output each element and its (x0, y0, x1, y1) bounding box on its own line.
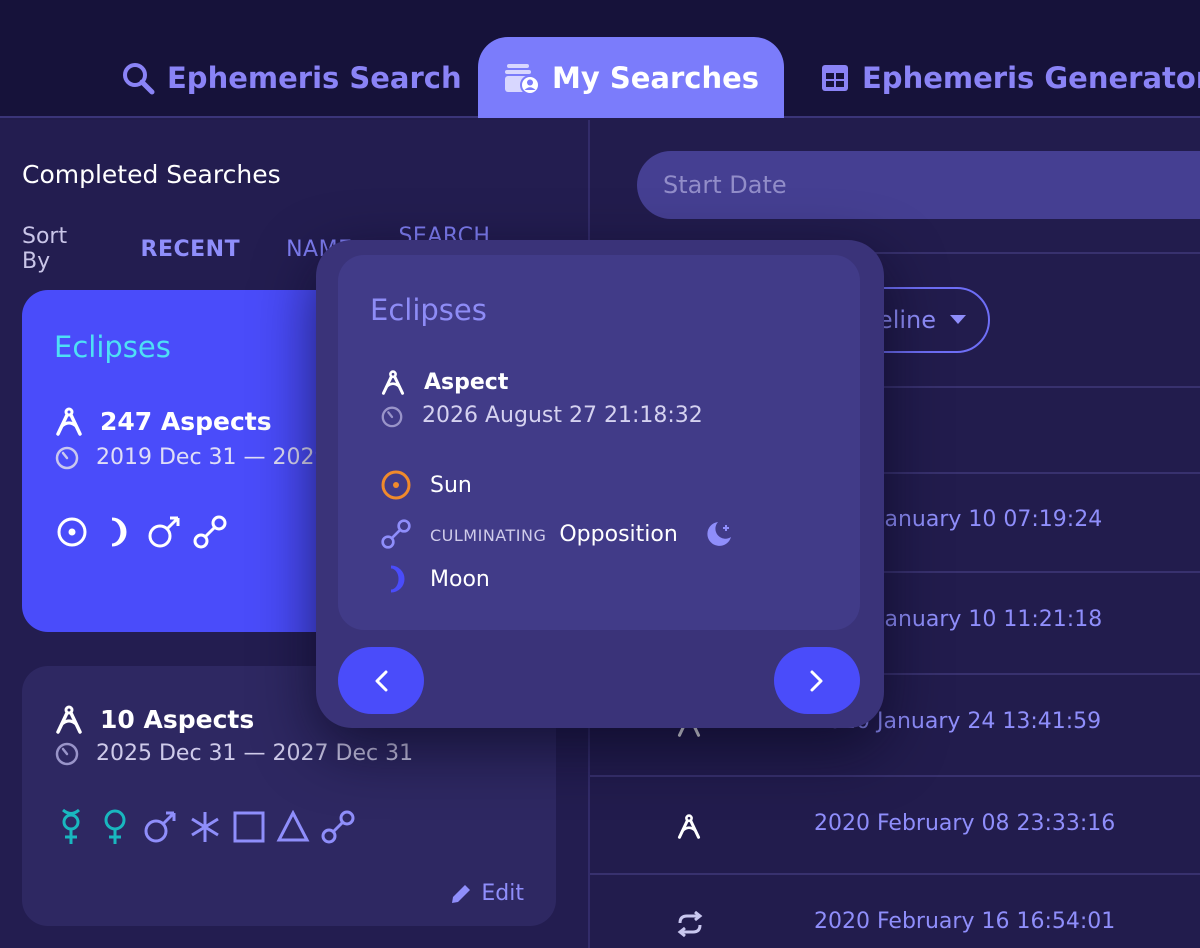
event-date-row: 2026 August 27 21:18:32 (380, 403, 703, 428)
panel-title: Completed Searches (22, 160, 281, 189)
body-name: Sun (430, 472, 472, 498)
opposition-glyph-icon (321, 810, 355, 844)
result-date: January 10 11:21:18 (878, 607, 1103, 632)
saved-searches-icon (505, 63, 540, 95)
result-row[interactable]: 2020 February 08 23:33:16 (590, 777, 1200, 875)
mars-glyph-icon (144, 811, 176, 843)
retrograde-icon (677, 911, 703, 937)
edit-label: Edit (481, 881, 524, 906)
sort-recent[interactable]: RECENT (141, 237, 241, 262)
aspect-type-row: CULMINATING Opposition (380, 518, 734, 550)
body-sun-row: Sun (380, 469, 472, 501)
result-date: January 10 07:19:24 (878, 507, 1103, 532)
caret-down-icon (950, 315, 966, 324)
date-range-row: 2025 Dec 31 — 2027 Dec 31 (54, 740, 413, 766)
start-date-input[interactable] (637, 151, 1200, 219)
aspect-label: Aspect (424, 369, 509, 395)
body-name: Moon (430, 566, 490, 592)
date-range: 2025 Dec 31 — 2027 Dec 31 (96, 740, 414, 766)
table-icon (822, 64, 848, 91)
compass-icon (56, 705, 82, 734)
card-title: Eclipses (54, 330, 171, 364)
pencil-icon (452, 884, 471, 903)
moon-glyph-icon (390, 565, 405, 593)
previous-button[interactable] (338, 647, 424, 714)
opposition-glyph-icon (381, 519, 411, 549)
date-range: 2019 Dec 31 — 2029 (96, 444, 329, 470)
aspect-icon (677, 814, 701, 839)
mercury-glyph-icon (62, 808, 80, 844)
tab-label: Ephemeris Search (167, 60, 462, 95)
popup-title: Eclipses (370, 293, 487, 327)
mars-glyph-icon (148, 516, 180, 548)
date-range-row: 2019 Dec 31 — 2029 (54, 444, 329, 470)
aspect-row: Aspect (380, 369, 508, 395)
tab-ephemeris-search[interactable]: Ephemeris Search (95, 37, 488, 118)
edit-button[interactable]: Edit (449, 881, 524, 906)
sextile-glyph-icon (191, 812, 219, 842)
moon-glyph-icon (111, 517, 127, 547)
bodies-row (54, 514, 228, 550)
result-date: 2020 February 08 23:33:16 (814, 811, 1116, 836)
event-date: 2026 August 27 21:18:32 (422, 403, 703, 428)
chevron-right-icon (810, 670, 823, 691)
dropdown-label: eline (877, 306, 936, 334)
opposition-glyph-icon (193, 515, 227, 549)
square-glyph-icon (233, 811, 265, 843)
venus-glyph-icon (104, 809, 126, 844)
timer-icon (381, 406, 403, 427)
next-button[interactable] (774, 647, 860, 714)
trine-glyph-icon (276, 810, 310, 842)
timer-icon (55, 742, 79, 766)
result-date: 2020 February 16 16:54:01 (814, 909, 1116, 934)
tab-my-searches[interactable]: My Searches (478, 37, 784, 118)
timer-icon (55, 446, 79, 470)
culminating-label: CULMINATING (430, 525, 547, 545)
sort-label: Sort By (22, 224, 68, 274)
tab-label: My Searches (552, 60, 760, 95)
aspect-count: 247 Aspects (100, 406, 272, 436)
aspect-count: 10 Aspects (100, 704, 255, 734)
aspect-name: Opposition (559, 521, 678, 547)
tab-ephemeris-generator[interactable]: Ephemeris Generator (794, 37, 1200, 118)
search-icon (123, 62, 155, 94)
bodies-row (54, 808, 356, 846)
chevron-left-icon (375, 670, 388, 691)
event-detail-popup: Eclipses Aspect 2026 August 27 21:18:32 … (316, 240, 884, 728)
sun-glyph-icon (57, 517, 87, 547)
compass-icon (381, 370, 405, 395)
body-moon-row: Moon (380, 563, 490, 595)
aspect-count-row: 247 Aspects (54, 406, 272, 436)
aspect-count-row: 10 Aspects (54, 704, 254, 734)
sun-glyph-icon (381, 470, 411, 500)
result-row[interactable]: 2020 February 16 16:54:01 (590, 875, 1200, 948)
moon-phase-icon (707, 522, 731, 546)
tab-bar: Ephemeris Search My Searches Ephemeris G… (0, 0, 1200, 118)
compass-icon (56, 407, 82, 436)
event-detail-card: Eclipses Aspect 2026 August 27 21:18:32 … (338, 255, 860, 630)
tab-label: Ephemeris Generator (862, 60, 1200, 95)
